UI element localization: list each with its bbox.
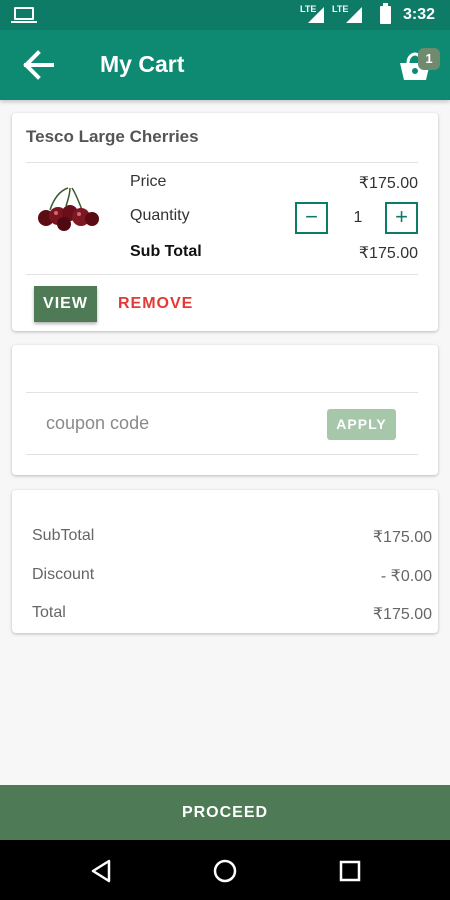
cart-item-card: Tesco Large Cherries Price ₹175.00 Quant… (12, 113, 438, 331)
increase-quantity-button[interactable]: + (385, 202, 418, 234)
signal-icon (308, 7, 324, 23)
price-value: ₹175.00 (358, 175, 418, 192)
price-label: Price (130, 173, 167, 190)
page-title: My Cart (100, 51, 185, 77)
recents-square-icon[interactable] (336, 857, 364, 885)
divider (26, 274, 418, 275)
divider (26, 162, 418, 163)
status-time: 3:32 (403, 6, 436, 23)
app-bar: My Cart 1 (0, 30, 450, 100)
laptop-icon (11, 7, 37, 23)
back-triangle-icon[interactable] (87, 857, 115, 885)
cart-count-badge: 1 (418, 48, 440, 70)
quantity-label: Quantity (130, 207, 190, 224)
product-name: Tesco Large Cherries (26, 127, 199, 146)
decrease-quantity-button[interactable]: − (295, 202, 328, 234)
signal-icon-2 (346, 7, 362, 23)
back-arrow-icon[interactable] (22, 49, 58, 81)
quantity-value: 1 (353, 209, 363, 226)
summary-discount-value: - ₹0.00 (380, 568, 432, 585)
apply-coupon-button[interactable]: APPLY (327, 409, 396, 440)
summary-discount-label: Discount (32, 566, 95, 583)
view-button[interactable]: VIEW (34, 286, 97, 322)
home-circle-icon[interactable] (211, 857, 239, 885)
remove-button[interactable]: REMOVE (118, 295, 193, 313)
summary-total-label: Total (32, 604, 66, 621)
divider (26, 454, 418, 455)
product-image[interactable] (30, 180, 105, 242)
subtotal-label: Sub Total (130, 243, 202, 260)
proceed-button[interactable]: PROCEED (0, 785, 450, 840)
system-nav-bar (0, 840, 450, 900)
subtotal-value: ₹175.00 (358, 245, 418, 262)
coupon-card: APPLY (12, 345, 438, 475)
battery-icon (380, 3, 391, 24)
summary-total-value: ₹175.00 (372, 606, 432, 623)
summary-subtotal-label: SubTotal (32, 527, 95, 544)
summary-subtotal-value: ₹175.00 (372, 529, 432, 546)
order-summary-card: SubTotal ₹175.00 Discount - ₹0.00 Total … (12, 490, 438, 633)
status-bar: LTE LTE 3:32 (0, 0, 450, 30)
